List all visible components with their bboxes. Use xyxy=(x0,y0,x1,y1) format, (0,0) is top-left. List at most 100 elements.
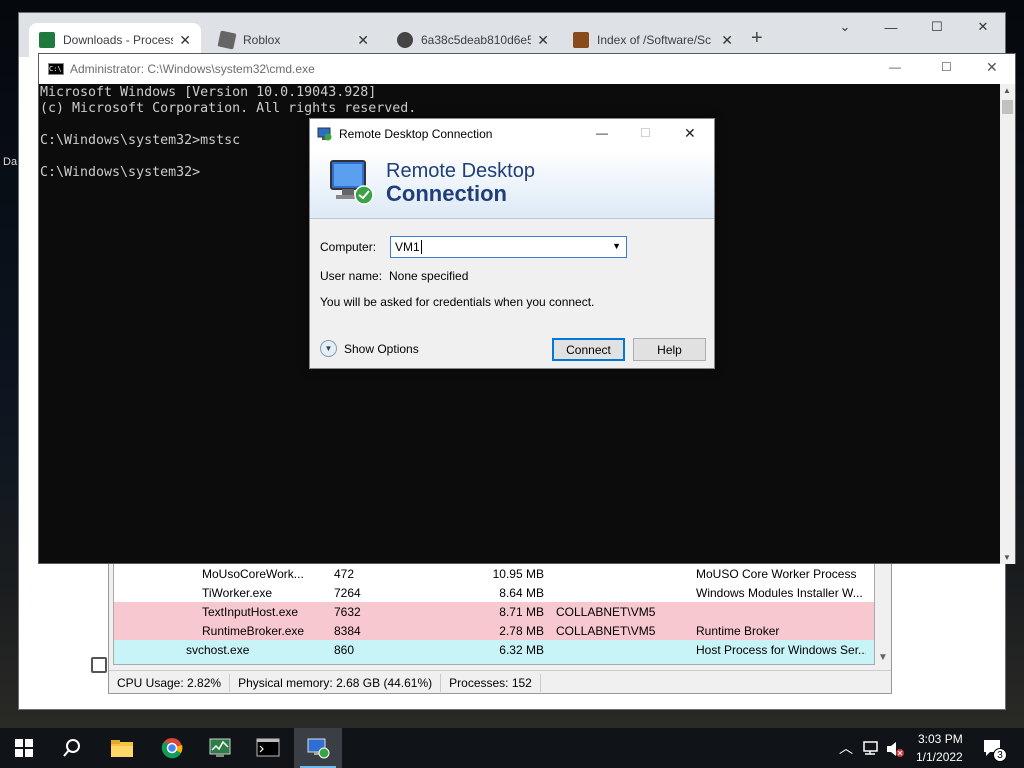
remote-desktop-icon xyxy=(317,127,332,141)
tab-title: Index of /Software/Sc xyxy=(597,33,712,47)
tab-close-icon[interactable]: ✕ xyxy=(721,32,733,49)
computer-value[interactable]: VM1 xyxy=(395,240,420,254)
computer-combobox[interactable]: VM1​ ▼ xyxy=(390,236,627,258)
cmd-icon xyxy=(256,738,280,757)
start-button[interactable] xyxy=(0,728,48,768)
process-name: svchost.exe xyxy=(186,662,306,665)
scroll-thumb[interactable] xyxy=(1002,100,1013,114)
cmd-title: Administrator: C:\Windows\system32\cmd.e… xyxy=(70,62,315,76)
show-options-toggle[interactable]: ▼ Show Options xyxy=(320,340,419,357)
processes-count-status: Processes: 152 xyxy=(441,673,541,692)
tab-title: Downloads - Process xyxy=(63,33,174,47)
tab-title: Roblox xyxy=(243,33,281,47)
table-row[interactable]: svchost.exe Host Process for Windows Ser.… xyxy=(114,659,874,665)
tab-title: 6a38c5deab810d6e5 xyxy=(421,33,532,47)
process-memory: 10.95 MB xyxy=(492,566,544,581)
volume-muted-icon[interactable] xyxy=(885,740,905,758)
process-description: Host Process for Windows Ser... xyxy=(696,642,866,657)
process-list-scrollbar[interactable]: ▼ xyxy=(875,563,889,665)
task-manager-panel: MoUsoCoreWork... 472 10.95 MB MoUSO Core Wo… xyxy=(108,558,892,694)
browser-close-button[interactable]: ✕ xyxy=(960,13,1006,41)
expand-chevron-icon[interactable]: ▼ xyxy=(320,340,337,357)
popout-icon[interactable] xyxy=(91,657,107,673)
browser-tab-roblox[interactable]: Roblox ✕ xyxy=(209,23,379,57)
scroll-down-icon[interactable]: ▼ xyxy=(878,652,888,663)
rdp-minimize-button[interactable]: — xyxy=(596,126,608,140)
network-icon[interactable] xyxy=(862,740,880,756)
cmd-close-button[interactable]: ✕ xyxy=(986,59,998,76)
taskbar: ︿ 3:03 PM 1/1/2022 3 xyxy=(0,728,1024,768)
cmd-titlebar[interactable]: C:\ Administrator: C:\Windows\system32\c… xyxy=(39,54,1015,84)
process-pid: 472 xyxy=(334,566,355,581)
tab-close-icon[interactable]: ✕ xyxy=(357,32,369,49)
console-line: Microsoft Windows [Version 10.0.19043.92… xyxy=(40,85,377,100)
browser-tab-downloads[interactable]: Downloads - Process ✕ xyxy=(29,23,201,57)
connect-button[interactable]: Connect xyxy=(552,338,625,361)
tab-search-button[interactable]: ⌄ xyxy=(822,13,868,41)
process-pid: 860 xyxy=(334,642,355,657)
cmd-scrollbar[interactable]: ▲ ▼ xyxy=(1000,84,1015,564)
file-explorer-button[interactable] xyxy=(98,728,146,768)
process-memory: 8.64 MB xyxy=(499,585,544,600)
table-row[interactable]: RuntimeBroker.exe 8384 2.78 MB COLLABNET\VM… xyxy=(114,621,874,640)
cmd-minimize-button[interactable]: — xyxy=(889,60,901,74)
cpu-usage-status: CPU Usage: 2.82% xyxy=(109,673,231,692)
browser-tabstrip: Downloads - Process ✕ Roblox ✕ 6a38c5dea… xyxy=(19,13,1005,57)
desktop-icon-label[interactable]: Da xyxy=(3,156,17,168)
file-explorer-icon xyxy=(111,740,133,757)
process-name: TiWorker.exe xyxy=(202,585,273,600)
clock-date[interactable]: 1/1/2022 xyxy=(916,750,963,764)
show-hidden-icons-chevron-icon[interactable]: ︿ xyxy=(839,738,853,758)
process-user: COLLABNET\VM5 xyxy=(556,604,656,619)
process-name: TextInputHost.exe xyxy=(202,604,299,619)
text-caret: ​ xyxy=(420,240,422,254)
process-memory: 8.71 MB xyxy=(499,604,544,619)
notification-count-badge: 3 xyxy=(993,748,1007,762)
table-row[interactable]: MoUsoCoreWork... 472 10.95 MB MoUSO Core Wo… xyxy=(114,564,874,583)
process-name: MoUsoCoreWork... xyxy=(202,566,304,581)
tab-close-icon[interactable]: ✕ xyxy=(179,32,191,49)
process-memory: 6.32 MB xyxy=(499,642,544,657)
rdp-titlebar[interactable]: Remote Desktop Connection — ☐ ✕ xyxy=(310,119,714,149)
scroll-down-icon[interactable]: ▼ xyxy=(1003,553,1011,562)
help-button[interactable]: Help xyxy=(633,338,706,361)
browser-tab-index[interactable]: Index of /Software/Sc ✕ xyxy=(563,23,743,57)
browser-tab-hash[interactable]: 6a38c5deab810d6e5 ✕ xyxy=(387,23,559,57)
roblox-favicon-icon xyxy=(217,30,237,50)
remote-desktop-icon xyxy=(307,738,330,759)
process-name: svchost.exe xyxy=(186,642,250,657)
scroll-up-icon[interactable]: ▲ xyxy=(1003,86,1011,95)
computer-label: Computer: xyxy=(320,240,377,254)
chrome-icon xyxy=(161,738,183,759)
browser-maximize-button[interactable]: ☐ xyxy=(914,13,960,41)
table-row[interactable]: svchost.exe 860 6.32 MB Host Process for Wi… xyxy=(114,640,874,659)
table-row[interactable]: TiWorker.exe 7264 8.64 MB Windows Modules I… xyxy=(114,583,874,602)
rdp-banner: Remote Desktop Connection xyxy=(310,149,714,219)
username-value: None specified xyxy=(389,269,469,283)
remote-desktop-taskbar-button[interactable] xyxy=(294,728,342,768)
new-tab-button[interactable]: + xyxy=(751,27,763,50)
clock-time[interactable]: 3:03 PM xyxy=(918,732,963,746)
process-description: Windows Modules Installer W... xyxy=(696,585,863,600)
username-label: User name: xyxy=(320,269,383,283)
task-manager-favicon-icon xyxy=(39,32,55,48)
table-row[interactable]: TextInputHost.exe 7632 8.71 MB COLLABNET\VM… xyxy=(114,602,874,621)
show-options-label[interactable]: Show Options xyxy=(344,342,419,356)
browser-minimize-button[interactable]: — xyxy=(868,13,914,41)
chrome-button[interactable] xyxy=(148,728,196,768)
physical-memory-status: Physical memory: 2.68 GB (44.61%) xyxy=(230,673,442,692)
cmd-maximize-button[interactable]: ☐ xyxy=(941,60,952,74)
process-description: Host Process for Windows Ser... xyxy=(696,662,866,665)
process-pid: 7632 xyxy=(334,604,361,619)
cmd-taskbar-button[interactable] xyxy=(244,728,292,768)
process-name: RuntimeBroker.exe xyxy=(202,623,305,638)
task-manager-icon xyxy=(209,738,231,757)
search-icon xyxy=(63,739,80,757)
rdp-close-button[interactable]: ✕ xyxy=(684,125,696,142)
tab-close-icon[interactable]: ✕ xyxy=(537,32,549,49)
chevron-down-icon[interactable]: ▼ xyxy=(612,241,621,251)
process-list: MoUsoCoreWork... 472 10.95 MB MoUSO Core Wo… xyxy=(113,563,875,665)
task-manager-button[interactable] xyxy=(196,728,244,768)
process-user: COLLABNET\VM5 xyxy=(556,623,656,638)
search-button[interactable] xyxy=(48,728,96,768)
